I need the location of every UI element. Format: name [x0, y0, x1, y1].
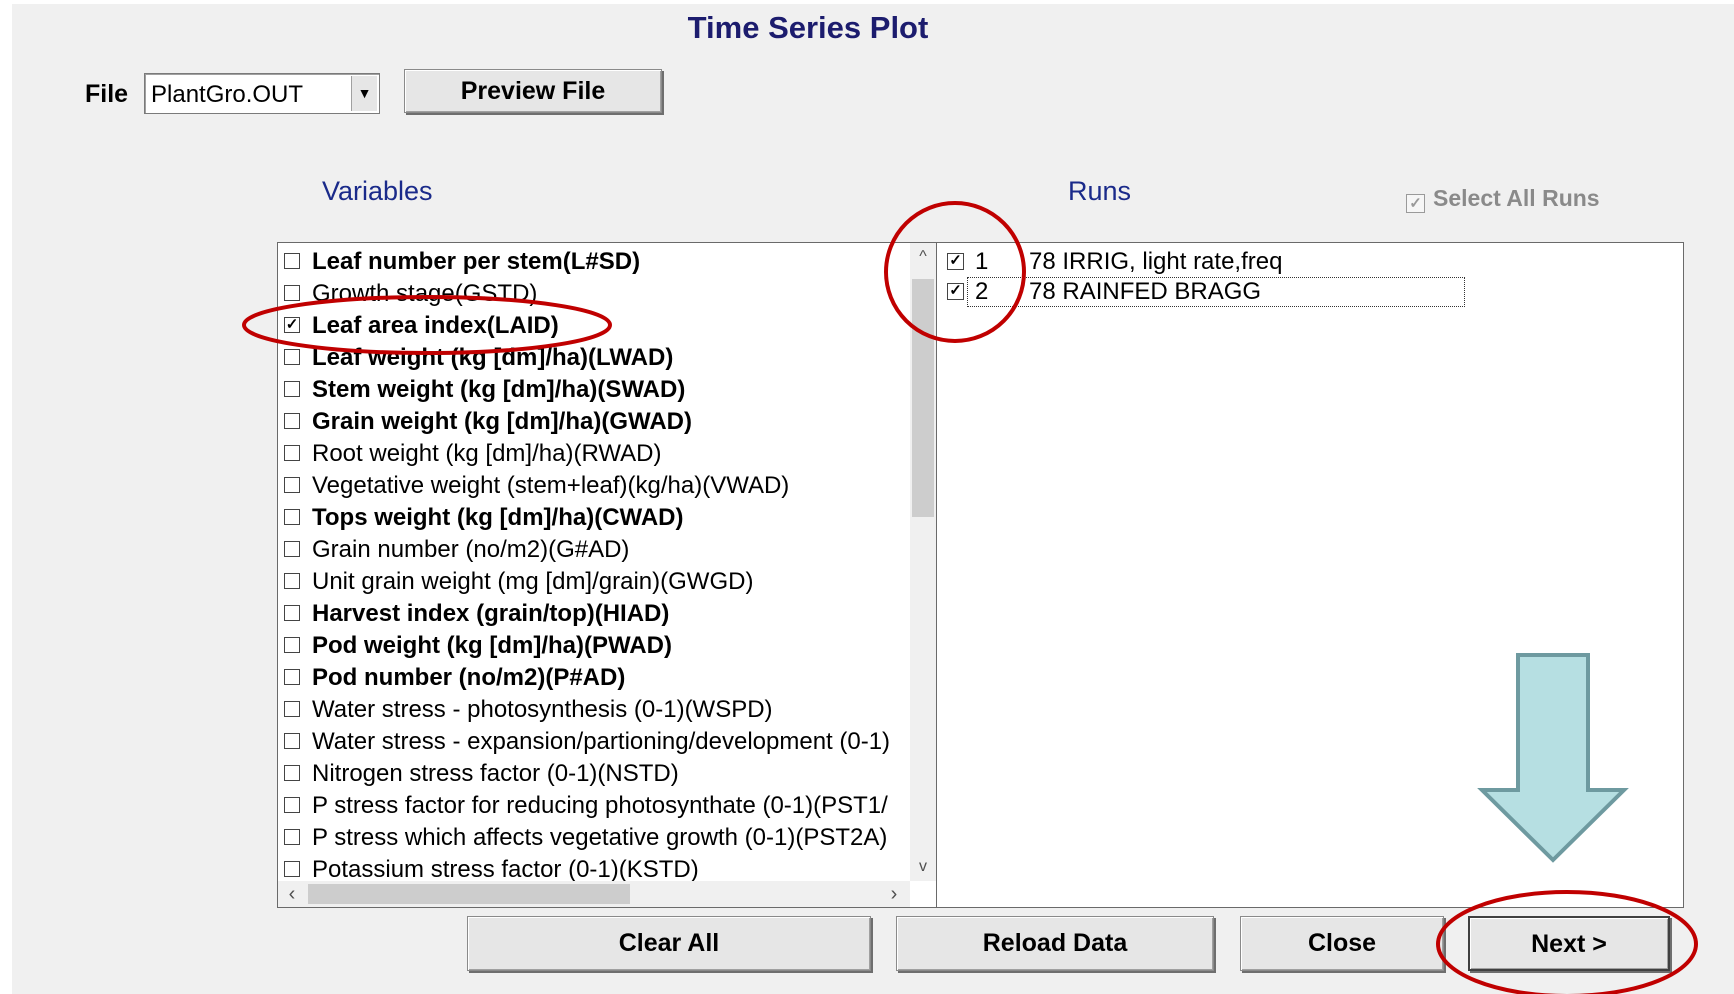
scrollbar-thumb[interactable]	[912, 279, 934, 517]
variable-item[interactable]: Pod number (no/m2)(P#AD)	[284, 662, 904, 694]
variable-item[interactable]: Pod weight (kg [dm]/ha)(PWAD)	[284, 630, 904, 662]
reload-data-button[interactable]: Reload Data	[896, 916, 1214, 971]
variable-checkbox[interactable]	[284, 541, 300, 557]
variable-label: Leaf weight (kg [dm]/ha)(LWAD)	[312, 344, 674, 371]
vertical-scrollbar[interactable]: ^ v	[910, 243, 936, 881]
variable-checkbox[interactable]	[284, 733, 300, 749]
checkbox-icon: ✓	[1406, 194, 1425, 213]
variable-item[interactable]: Growth stage(GSTD)	[284, 278, 904, 310]
variable-label: Tops weight (kg [dm]/ha)(CWAD)	[312, 504, 684, 531]
variable-label: Nitrogen stress factor (0-1)(NSTD)	[312, 760, 679, 787]
run-checkbox[interactable]: ✓	[947, 253, 964, 270]
variables-list: Leaf number per stem(L#SD) Growth stage(G…	[284, 246, 904, 886]
variable-label: Unit grain weight (mg [dm]/grain)(GWGD)	[312, 568, 754, 595]
scroll-left-icon[interactable]: ‹	[278, 881, 306, 907]
scroll-right-icon[interactable]: ›	[880, 881, 908, 907]
chevron-down-icon[interactable]: ▼	[351, 76, 377, 111]
run-number: 2	[975, 278, 989, 305]
variable-checkbox[interactable]	[284, 285, 300, 301]
variable-item[interactable]: Harvest index (grain/top)(HIAD)	[284, 598, 904, 630]
variable-item[interactable]: Root weight (kg [dm]/ha)(RWAD)	[284, 438, 904, 470]
variable-item[interactable]: Water stress - expansion/partioning/deve…	[284, 726, 904, 758]
variable-item[interactable]: Water stress - photosynthesis (0-1)(WSPD…	[284, 694, 904, 726]
variable-checkbox[interactable]	[284, 861, 300, 877]
variable-checkbox[interactable]	[284, 381, 300, 397]
runs-listbox[interactable]: ✓ 1 78 IRRIG, light rate,freq ✓ 2 78 RAINFED …	[936, 242, 1684, 908]
variables-listbox[interactable]: Leaf number per stem(L#SD) Growth stage(G…	[277, 242, 937, 908]
variable-item[interactable]: ✓ Leaf area index(LAID)	[284, 310, 904, 342]
runs-label: Runs	[1068, 176, 1132, 206]
variable-checkbox[interactable]	[284, 701, 300, 717]
select-all-runs-label: Select All Runs	[1433, 185, 1600, 211]
variable-label: Pod number (no/m2)(P#AD)	[312, 664, 626, 691]
variables-label: Variables	[322, 176, 433, 206]
variable-label: Water stress - expansion/partioning/deve…	[312, 728, 891, 755]
variable-item[interactable]: Grain number (no/m2)(G#AD)	[284, 534, 904, 566]
variable-checkbox[interactable]: ✓	[284, 317, 300, 333]
clear-all-button[interactable]: Clear All	[467, 916, 871, 971]
variable-checkbox[interactable]	[284, 445, 300, 461]
variable-label: Vegetative weight (stem+leaf)(kg/ha)(VWA…	[312, 472, 790, 499]
variable-item[interactable]: Leaf number per stem(L#SD)	[284, 246, 904, 278]
variable-item[interactable]: Grain weight (kg [dm]/ha)(GWAD)	[284, 406, 904, 438]
variable-label: Root weight (kg [dm]/ha)(RWAD)	[312, 440, 662, 467]
close-button[interactable]: Close	[1240, 916, 1444, 971]
variable-checkbox[interactable]	[284, 797, 300, 813]
variable-item[interactable]: Leaf weight (kg [dm]/ha)(LWAD)	[284, 342, 904, 374]
preview-file-button[interactable]: Preview File	[404, 69, 662, 113]
variable-label: P stress which affects vegetative growth…	[312, 824, 888, 851]
variable-checkbox[interactable]	[284, 253, 300, 269]
variable-checkbox[interactable]	[284, 605, 300, 621]
variable-checkbox[interactable]	[284, 765, 300, 781]
variable-label: Leaf number per stem(L#SD)	[312, 248, 641, 275]
variable-item[interactable]: Unit grain weight (mg [dm]/grain)(GWGD)	[284, 566, 904, 598]
variable-label: Harvest index (grain/top)(HIAD)	[312, 600, 670, 627]
variable-label: Stem weight (kg [dm]/ha)(SWAD)	[312, 376, 686, 403]
run-number: 1	[975, 248, 989, 275]
variable-label: Grain number (no/m2)(G#AD)	[312, 536, 630, 563]
variable-item[interactable]: Nitrogen stress factor (0-1)(NSTD)	[284, 758, 904, 790]
file-label: File	[85, 80, 129, 108]
variable-item[interactable]: P stress factor for reducing photosyntha…	[284, 790, 904, 822]
next-button[interactable]: Next >	[1468, 916, 1670, 971]
variable-checkbox[interactable]	[284, 413, 300, 429]
variable-checkbox[interactable]	[284, 349, 300, 365]
variable-label: Pod weight (kg [dm]/ha)(PWAD)	[312, 632, 672, 659]
variable-item[interactable]: Vegetative weight (stem+leaf)(kg/ha)(VWA…	[284, 470, 904, 502]
scrollbar-thumb[interactable]	[308, 884, 630, 904]
variable-label: Leaf area index(LAID)	[312, 312, 559, 339]
variable-checkbox[interactable]	[284, 829, 300, 845]
run-name: 78 RAINFED BRAGG	[1029, 278, 1262, 305]
file-select[interactable]: PlantGro.OUT ▼	[144, 73, 380, 114]
scroll-down-icon[interactable]: v	[910, 853, 936, 881]
variable-checkbox[interactable]	[284, 637, 300, 653]
variable-checkbox[interactable]	[284, 573, 300, 589]
variable-item[interactable]: Tops weight (kg [dm]/ha)(CWAD)	[284, 502, 904, 534]
variable-label: Growth stage(GSTD)	[312, 280, 538, 307]
variable-item[interactable]: Stem weight (kg [dm]/ha)(SWAD)	[284, 374, 904, 406]
select-all-runs-checkbox[interactable]: ✓ Select All Runs	[1406, 185, 1600, 213]
variable-checkbox[interactable]	[284, 509, 300, 525]
horizontal-scrollbar[interactable]: ‹ ›	[278, 881, 910, 907]
variable-checkbox[interactable]	[284, 477, 300, 493]
variable-checkbox[interactable]	[284, 669, 300, 685]
variable-label: Grain weight (kg [dm]/ha)(GWAD)	[312, 408, 692, 435]
dialog-title: Time Series Plot	[687, 10, 929, 45]
variable-label: Water stress - photosynthesis (0-1)(WSPD…	[312, 696, 773, 723]
run-name: 78 IRRIG, light rate,freq	[1029, 248, 1283, 275]
variable-item[interactable]: P stress which affects vegetative growth…	[284, 822, 904, 854]
scroll-up-icon[interactable]: ^	[910, 243, 936, 271]
file-select-value: PlantGro.OUT	[151, 81, 304, 108]
run-checkbox[interactable]: ✓	[947, 283, 964, 300]
variable-label: P stress factor for reducing photosyntha…	[312, 792, 888, 819]
